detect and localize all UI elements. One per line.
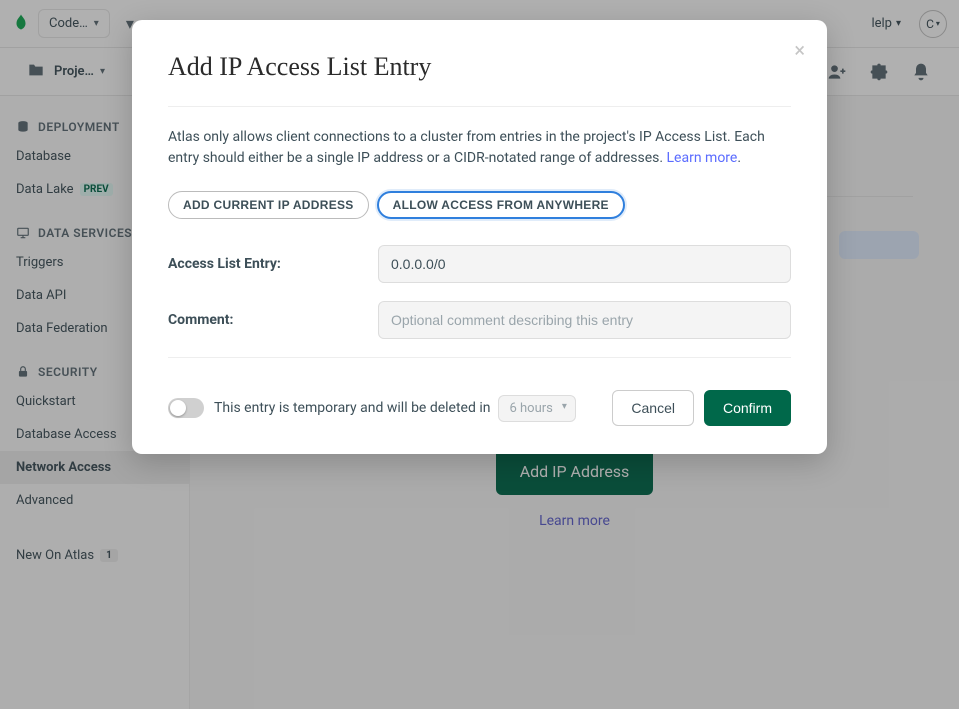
temporary-toggle[interactable] — [168, 398, 204, 418]
divider — [168, 357, 791, 358]
modal-description: Atlas only allows client connections to … — [168, 127, 791, 169]
quick-add-row: ADD CURRENT IP ADDRESS ALLOW ACCESS FROM… — [168, 191, 791, 219]
comment-row: Comment: — [168, 301, 791, 339]
modal-description-suffix: . — [737, 150, 741, 166]
modal-footer: This entry is temporary and will be dele… — [168, 386, 791, 426]
learn-more-link[interactable]: Learn more — [667, 150, 738, 166]
add-current-ip-button[interactable]: ADD CURRENT IP ADDRESS — [168, 191, 369, 219]
entry-label: Access List Entry: — [168, 256, 378, 272]
access-list-entry-input[interactable] — [378, 245, 791, 283]
allow-anywhere-button[interactable]: ALLOW ACCESS FROM ANYWHERE — [377, 191, 625, 219]
close-icon[interactable]: × — [794, 38, 805, 62]
divider — [168, 106, 791, 107]
modal-overlay: × Add IP Access List Entry Atlas only al… — [0, 0, 959, 709]
cancel-button[interactable]: Cancel — [612, 390, 694, 426]
confirm-button[interactable]: Confirm — [704, 390, 791, 426]
duration-select[interactable]: 6 hours — [498, 395, 575, 422]
temporary-text: This entry is temporary and will be dele… — [214, 400, 490, 416]
modal-title: Add IP Access List Entry — [168, 52, 791, 82]
comment-label: Comment: — [168, 312, 378, 328]
add-ip-modal: × Add IP Access List Entry Atlas only al… — [132, 20, 827, 454]
entry-row: Access List Entry: — [168, 245, 791, 283]
duration-value: 6 hours — [509, 401, 552, 416]
comment-input[interactable] — [378, 301, 791, 339]
